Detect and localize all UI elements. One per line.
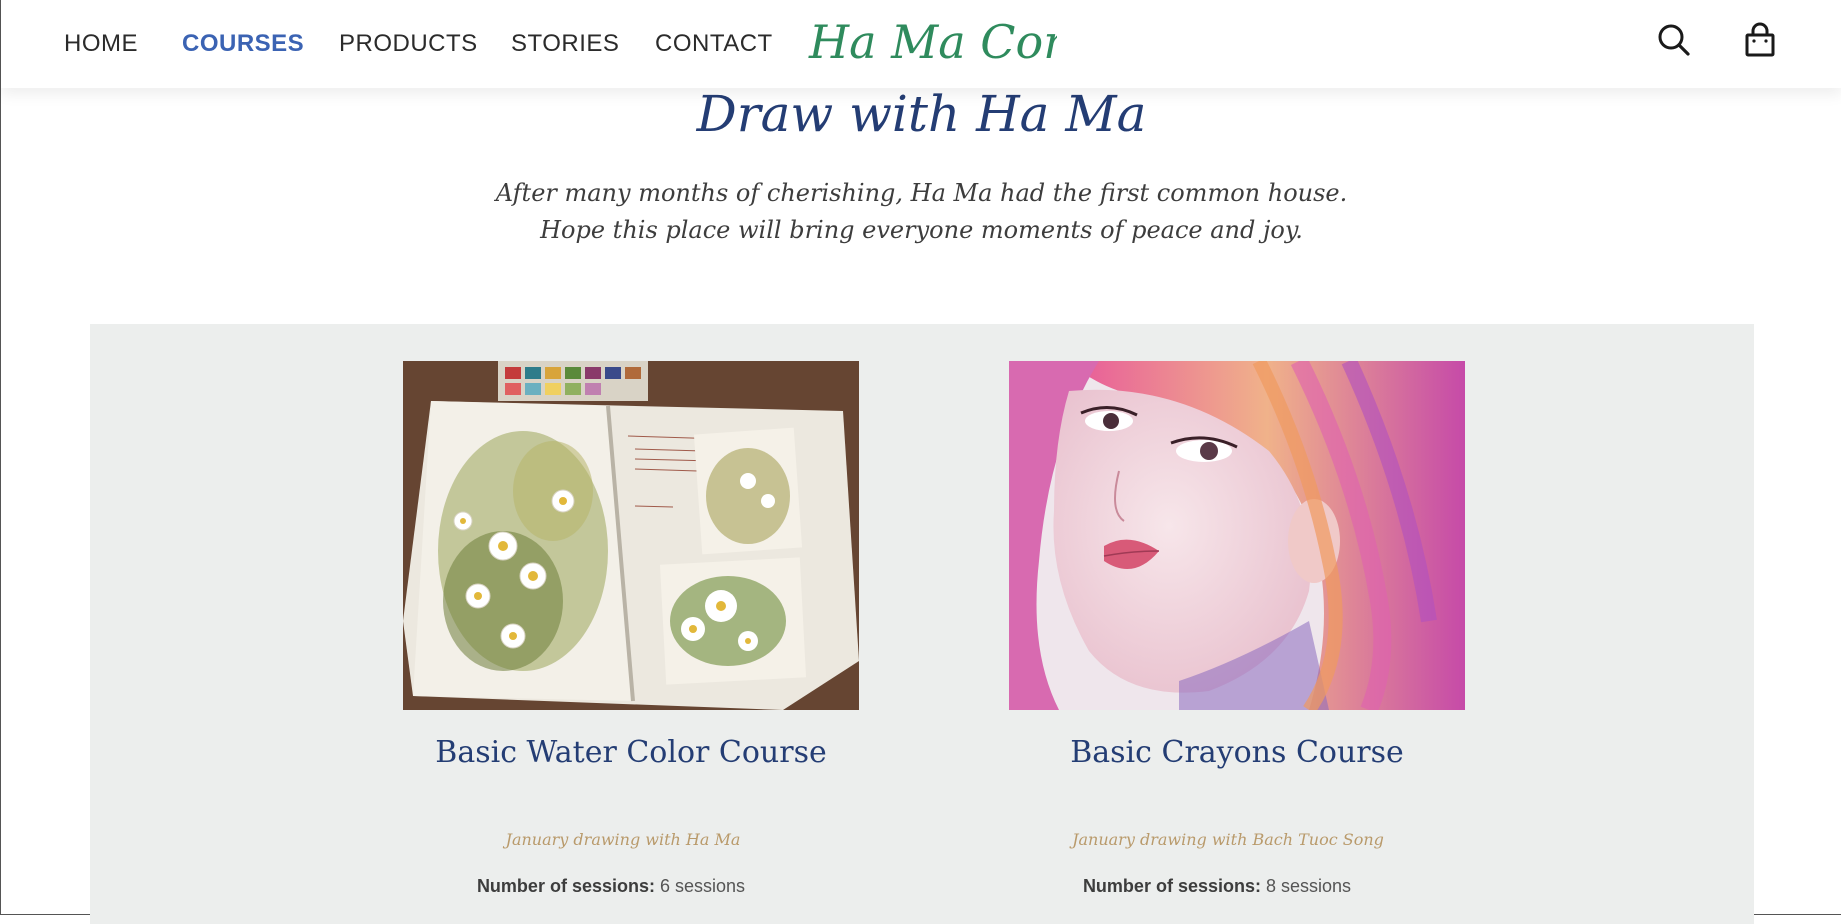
search-icon[interactable] xyxy=(1656,22,1692,58)
hero-subtitle-line-1: After many months of cherishing, Ha Ma h… xyxy=(495,179,1348,207)
sessions-value: 6 sessions xyxy=(660,876,746,896)
course-teacher-watercolor: January drawing with Ha Ma xyxy=(505,830,741,849)
courses-panel xyxy=(90,324,1754,924)
nav-link-stories[interactable]: STORIES xyxy=(511,30,619,58)
sessions-label: Number of sessions: xyxy=(1082,876,1261,896)
course-image-watercolor[interactable] xyxy=(403,361,859,710)
course-title-crayons[interactable]: Basic Crayons Course xyxy=(1009,732,1465,774)
course-image-crayons[interactable] xyxy=(1009,361,1465,710)
top-navbar: HOME COURSES PRODUCTS STORIES CONTACT Ha… xyxy=(1,0,1841,88)
nav-link-home[interactable]: HOME xyxy=(64,30,138,58)
nav-link-contact[interactable]: CONTACT xyxy=(655,30,773,58)
svg-text:Ha Ma Corner: Ha Ma Corner xyxy=(808,15,1057,69)
course-sessions-crayons: Number of sessions: 8 sessions xyxy=(989,876,1445,897)
hero-subtitle-line-2: Hope this place will bring everyone mome… xyxy=(540,216,1303,244)
shopping-bag-icon[interactable] xyxy=(1742,22,1778,58)
nav-link-products[interactable]: PRODUCTS xyxy=(339,30,478,58)
course-title-watercolor[interactable]: Basic Water Color Course xyxy=(403,732,859,774)
page-title: Draw with Ha Ma xyxy=(696,85,1147,143)
sessions-value: 8 sessions xyxy=(1266,876,1352,896)
brand-logo[interactable]: Ha Ma Corner xyxy=(807,12,1147,72)
course-teacher-crayons: January drawing with Bach Tuoc Song xyxy=(1072,830,1384,849)
nav-link-courses[interactable]: COURSES xyxy=(182,30,304,58)
course-sessions-watercolor: Number of sessions: 6 sessions xyxy=(383,876,839,897)
brand-logo-wordmark: Ha Ma Corner xyxy=(808,15,1147,69)
sessions-label: Number of sessions: xyxy=(476,876,655,896)
